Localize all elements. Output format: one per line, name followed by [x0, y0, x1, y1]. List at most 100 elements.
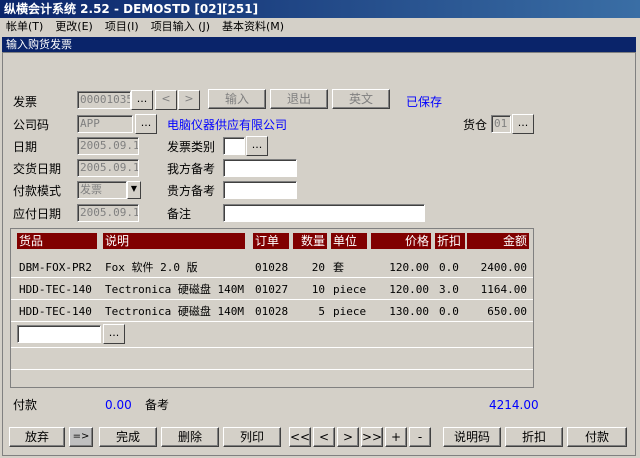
cell-item: HDD-TEC-140 — [19, 283, 92, 296]
row-divider — [11, 347, 533, 348]
cell-unit: piece — [333, 305, 367, 318]
warehouse-lookup-button[interactable]: ... — [512, 114, 534, 134]
col-header-unit: 单位 — [331, 233, 367, 249]
cell-amount: 650.00 — [487, 305, 527, 318]
footer-remark-label: 备考 — [145, 398, 170, 412]
delivery-date-label: 交货日期 — [13, 162, 62, 176]
line-items-table: 货品 说明 订单 数量 单位 价格 折扣 金额 DBM-FOX-PR2 Fox … — [10, 228, 534, 388]
payment-value: 0.00 — [105, 398, 132, 412]
cell-unit: 套 — [333, 261, 344, 274]
english-button[interactable]: 英文 — [332, 89, 390, 109]
col-header-item: 货品 — [17, 233, 97, 249]
menu-edit[interactable]: 更改(E) — [49, 18, 99, 35]
col-header-amount: 金额 — [467, 233, 529, 249]
add-row-button[interactable]: + — [385, 427, 407, 447]
your-ref-field[interactable] — [223, 181, 297, 199]
invoice-type-label: 发票类别 — [167, 140, 216, 154]
company-code-field[interactable]: APP — [77, 115, 133, 133]
warehouse-field[interactable]: 01 — [491, 115, 511, 133]
our-ref-label: 我方备考 — [167, 162, 216, 176]
cell-qty: 10 — [311, 283, 325, 296]
menu-basic-data[interactable]: 基本资料(M) — [216, 18, 290, 35]
row-divider — [11, 321, 533, 322]
done-button[interactable]: 完成 — [99, 427, 157, 447]
prev-record-button[interactable]: < — [313, 427, 335, 447]
cell-order: 01028 — [255, 261, 289, 274]
pay-mode-label: 付款模式 — [13, 184, 62, 198]
row-divider — [11, 369, 533, 370]
invoice-lookup-button[interactable]: ... — [131, 90, 153, 110]
window-title: 纵横会计系统 2.52 - DEMOSTD [02][251] — [0, 0, 640, 18]
cell-item: HDD-TEC-140 — [19, 305, 92, 318]
exit-button[interactable]: 退出 — [270, 89, 328, 109]
cell-desc: Tectronica 硬磁盘 140M — [105, 283, 244, 296]
cell-order: 01027 — [255, 283, 289, 296]
invoice-type-field[interactable] — [223, 137, 245, 155]
cell-order: 01028 — [255, 305, 289, 318]
warehouse-label: 货仓 — [463, 118, 488, 132]
date-label: 日期 — [13, 140, 38, 154]
due-date-label: 应付日期 — [13, 207, 62, 221]
menu-bar: 帐单(T) 更改(E) 项目(I) 项目输入 (J) 基本资料(M) — [0, 18, 640, 35]
cell-desc: Fox 软件 2.0 版 — [105, 261, 198, 274]
new-item-input[interactable] — [17, 325, 101, 343]
cell-unit: piece — [333, 283, 367, 296]
form-title: 输入购货发票 — [2, 37, 636, 52]
company-name: 电脑仪器供应有限公司 — [167, 118, 288, 132]
cell-price: 120.00 — [389, 261, 429, 274]
cell-discount: 3.0 — [439, 283, 459, 296]
cell-qty: 20 — [311, 261, 325, 274]
invoice-prev-button[interactable]: < — [155, 90, 177, 110]
row-divider — [11, 277, 533, 278]
col-header-order: 订单 — [253, 233, 289, 249]
cell-price: 120.00 — [389, 283, 429, 296]
your-ref-label: 贵方备考 — [167, 184, 216, 198]
menu-item[interactable]: 项目(I) — [99, 18, 145, 35]
invoice-next-button[interactable]: > — [178, 90, 200, 110]
cell-amount: 2400.00 — [480, 261, 527, 274]
cell-price: 130.00 — [389, 305, 429, 318]
invoice-label: 发票 — [13, 95, 38, 109]
arrow-button[interactable]: => — [69, 427, 93, 447]
enter-button[interactable]: 输入 — [208, 89, 266, 109]
cell-discount: 0.0 — [439, 305, 459, 318]
invoice-type-lookup-button[interactable]: ... — [246, 136, 268, 156]
cell-item: DBM-FOX-PR2 — [19, 261, 92, 274]
invoice-number-field[interactable]: 00001035 — [77, 91, 131, 109]
menu-bill[interactable]: 帐单(T) — [0, 18, 49, 35]
discount-button[interactable]: 折扣 — [505, 427, 563, 447]
pay-mode-dropdown-icon[interactable]: ▼ — [127, 181, 141, 199]
pay-mode-select[interactable]: 发票 — [77, 181, 127, 199]
next-record-button[interactable]: > — [337, 427, 359, 447]
cell-qty: 5 — [318, 305, 325, 318]
cell-amount: 1164.00 — [480, 283, 527, 296]
delivery-date-field[interactable]: 2005.09.13 — [77, 159, 139, 177]
col-header-discount: 折扣 — [435, 233, 465, 249]
last-record-button[interactable]: >> — [361, 427, 383, 447]
remove-row-button[interactable]: - — [409, 427, 431, 447]
remark-field[interactable] — [223, 204, 425, 222]
our-ref-field[interactable] — [223, 159, 297, 177]
company-label: 公司码 — [13, 118, 50, 132]
pay-button[interactable]: 付款 — [567, 427, 627, 447]
new-item-lookup-button[interactable]: ... — [103, 324, 125, 344]
save-status: 已保存 — [406, 95, 443, 109]
first-record-button[interactable]: << — [289, 427, 311, 447]
remark-label: 备注 — [167, 207, 192, 221]
cell-desc: Tectronica 硬磁盘 140M — [105, 305, 244, 318]
date-field[interactable]: 2005.09.13 — [77, 137, 139, 155]
total-amount: 4214.00 — [489, 398, 539, 412]
desc-code-button[interactable]: 说明码 — [443, 427, 501, 447]
menu-item-input[interactable]: 项目输入 (J) — [145, 18, 216, 35]
col-header-price: 价格 — [371, 233, 431, 249]
due-date-field[interactable]: 2005.09.13 — [77, 204, 139, 222]
company-lookup-button[interactable]: ... — [135, 114, 157, 134]
cell-discount: 0.0 — [439, 261, 459, 274]
col-header-desc: 说明 — [103, 233, 245, 249]
abandon-button[interactable]: 放弃 — [9, 427, 65, 447]
col-header-qty: 数量 — [293, 233, 327, 249]
row-divider — [11, 299, 533, 300]
print-button[interactable]: 列印 — [223, 427, 281, 447]
delete-button[interactable]: 删除 — [161, 427, 219, 447]
payment-label: 付款 — [13, 398, 38, 412]
